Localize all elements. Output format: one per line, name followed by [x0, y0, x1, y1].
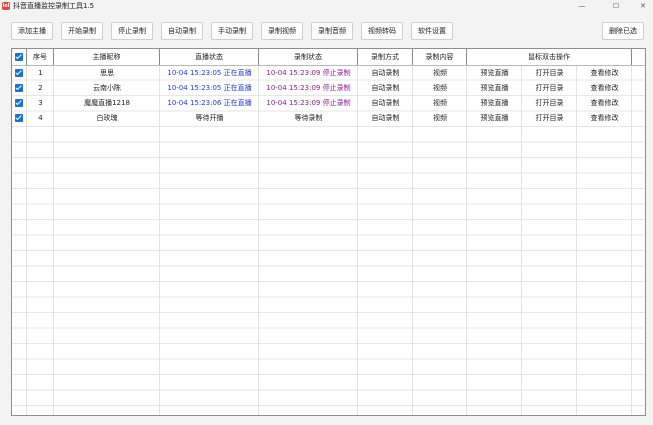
row-record-content: 视频 [433, 99, 447, 107]
header-index[interactable]: 序号 [27, 49, 54, 65]
row-record-status: 10-04 15:23:09 停止录制 [259, 96, 358, 111]
record-audio-button[interactable]: 录制音频 [311, 22, 353, 40]
table-row[interactable]: 2 云南小陈 10-04 15:23:05 正在直播 10-04 15:23:0… [12, 81, 645, 96]
preview-live-action[interactable]: 预览直播 [467, 66, 522, 81]
row-record-status: 10-04 15:23:09 停止录制 [259, 81, 358, 96]
view-edit-action[interactable]: 查看修改 [577, 66, 632, 81]
record-video-button[interactable]: 录制视频 [261, 22, 303, 40]
select-all-header [12, 49, 27, 65]
row-record-mode: 自动录制 [371, 99, 400, 107]
title-bar: lol 抖音直播监控录制工具1.5 — ☐ ✕ [0, 0, 653, 12]
manual-record-button[interactable]: 手动录制 [211, 22, 253, 40]
open-folder-action[interactable]: 打开目录 [522, 111, 577, 126]
preview-live-action[interactable]: 预览直播 [467, 81, 522, 96]
maximize-button[interactable]: ☐ [606, 0, 626, 12]
row-nickname: 思思 [100, 69, 114, 77]
row-record-content: 视频 [433, 84, 447, 92]
row-record-status: 10-04 15:23:09 停止录制 [259, 66, 358, 81]
add-streamer-button[interactable]: 添加主播 [11, 22, 53, 40]
view-edit-action[interactable]: 查看修改 [577, 81, 632, 96]
row-live-status: 等待开播 [195, 114, 224, 122]
row-record-content: 视频 [433, 69, 447, 77]
row-record-mode: 自动录制 [371, 69, 400, 77]
close-button[interactable]: ✕ [633, 0, 653, 12]
header-record-status[interactable]: 录制状态 [259, 49, 358, 65]
live-state: 正在直播 [223, 69, 252, 77]
header-nickname[interactable]: 主播昵称 [54, 49, 160, 65]
minimize-button[interactable]: — [572, 0, 592, 12]
live-time: 10-04 15:23:05 [167, 84, 222, 92]
header-record-content[interactable]: 录制内容 [413, 49, 467, 65]
open-folder-action[interactable]: 打开目录 [522, 81, 577, 96]
record-time: 10-04 15:23:09 [266, 69, 321, 77]
header-record-mode[interactable]: 录制方式 [358, 49, 413, 65]
row-live-status: 10-04 15:23:06 正在直播 [160, 96, 259, 111]
record-state: 停止录制 [322, 84, 351, 92]
live-time: 10-04 15:23:05 [167, 69, 222, 77]
row-live-status: 10-04 15:23:05 正在直播 [160, 81, 259, 96]
row-nickname: 魔魔直播1218 [84, 99, 130, 107]
row-checkbox[interactable] [15, 99, 23, 107]
view-edit-action[interactable]: 查看修改 [577, 96, 632, 111]
record-state: 停止录制 [322, 69, 351, 77]
preview-live-action[interactable]: 预览直播 [467, 96, 522, 111]
row-record-content: 视频 [433, 114, 447, 122]
row-index: 3 [38, 99, 43, 107]
delete-selected-button[interactable]: 删除已选 [602, 22, 644, 40]
row-checkbox[interactable] [15, 114, 23, 122]
software-settings-button[interactable]: 软件设置 [411, 22, 453, 40]
row-record-mode: 自动录制 [371, 84, 400, 92]
live-state: 正在直播 [223, 84, 252, 92]
video-transcode-button[interactable]: 视频转码 [361, 22, 403, 40]
view-edit-action[interactable]: 查看修改 [577, 111, 632, 126]
live-time: 10-04 15:23:06 [167, 99, 222, 107]
auto-record-button[interactable]: 自动录制 [161, 22, 203, 40]
header-live-status[interactable]: 直播状态 [160, 49, 259, 65]
row-checkbox[interactable] [15, 69, 23, 77]
row-live-status: 10-04 15:23:05 正在直播 [160, 66, 259, 81]
window-title: 抖音直播监控录制工具1.5 [13, 2, 95, 10]
header-mouse-actions[interactable]: 鼠标双击操作 [467, 49, 632, 65]
row-index: 1 [38, 69, 43, 77]
table-row[interactable]: 1 思思 10-04 15:23:05 正在直播 10-04 15:23:09 … [12, 66, 645, 81]
live-state: 正在直播 [223, 99, 252, 107]
start-record-button[interactable]: 开始录制 [61, 22, 103, 40]
open-folder-action[interactable]: 打开目录 [522, 66, 577, 81]
streamer-table[interactable]: 序号 主播昵称 直播状态 录制状态 录制方式 录制内容 鼠标双击操作 1 思思 … [11, 48, 646, 416]
row-index: 4 [38, 114, 43, 122]
record-time: 10-04 15:23:09 [266, 84, 321, 92]
table-row[interactable]: 4 白玫瑰 等待开播 等待录制 自动录制 视频 预览直播 打开目录 查看修改 [12, 111, 645, 126]
open-folder-action[interactable]: 打开目录 [522, 96, 577, 111]
record-state: 停止录制 [322, 99, 351, 107]
row-record-status: 等待录制 [294, 114, 323, 122]
app-logo-icon: lol [2, 2, 10, 10]
stop-record-button[interactable]: 停止录制 [111, 22, 153, 40]
row-nickname: 云南小陈 [93, 84, 121, 92]
record-time: 10-04 15:23:09 [266, 99, 321, 107]
row-record-mode: 自动录制 [371, 114, 400, 122]
table-header: 序号 主播昵称 直播状态 录制状态 录制方式 录制内容 鼠标双击操作 [12, 49, 645, 66]
select-all-checkbox[interactable] [15, 53, 23, 61]
preview-live-action[interactable]: 预览直播 [467, 111, 522, 126]
row-index: 2 [38, 84, 43, 92]
row-checkbox[interactable] [15, 84, 23, 92]
table-row[interactable]: 3 魔魔直播1218 10-04 15:23:06 正在直播 10-04 15:… [12, 96, 645, 111]
row-nickname: 白玫瑰 [96, 114, 118, 122]
